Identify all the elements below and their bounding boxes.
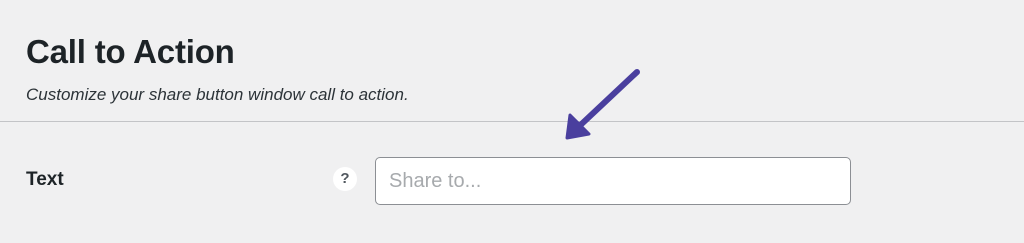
arrow-annotation-icon bbox=[565, 69, 640, 140]
question-mark-icon[interactable]: ? bbox=[333, 167, 357, 191]
call-to-action-text-input[interactable] bbox=[375, 157, 851, 205]
section-divider bbox=[0, 121, 1024, 122]
text-field-label: Text bbox=[26, 169, 64, 190]
section-title: Call to Action bbox=[26, 33, 235, 70]
section-description: Customize your share button window call … bbox=[26, 85, 409, 104]
